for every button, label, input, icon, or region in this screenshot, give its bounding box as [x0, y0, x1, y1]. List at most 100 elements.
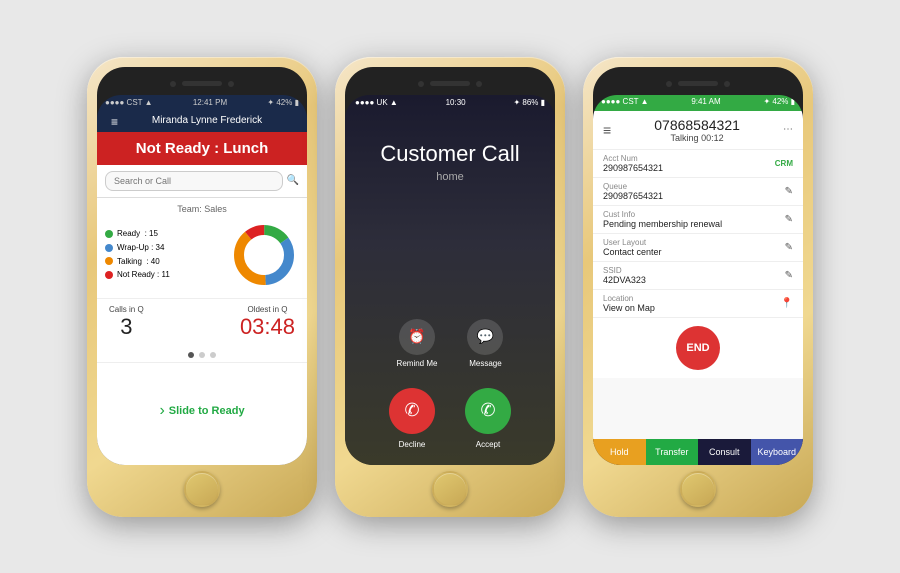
field-ssid: SSID 42DVA323 ✎: [593, 262, 803, 290]
legend-talking-label: Talking : 40: [117, 255, 160, 269]
p2-time: 10:30: [446, 98, 466, 108]
phone-2-top-bar: [418, 81, 482, 87]
p1-status-bar: ●●●● CST ▲ 12:41 PM ✦ 42% ▮: [97, 95, 307, 111]
p2-signal: ●●●● UK ▲: [355, 98, 398, 108]
p2-call-info: Customer Call home: [345, 111, 555, 307]
p1-time: 12:41 PM: [193, 98, 227, 107]
p1-header: ≡ Miranda Lynne Frederick: [97, 111, 307, 132]
p3-hamburger-icon[interactable]: ≡: [603, 122, 611, 138]
dot-1: [188, 352, 194, 358]
chevron-icon: ›: [159, 402, 164, 420]
consult-button[interactable]: Consult: [698, 439, 751, 465]
p1-legend: Ready : 15 Wrap-Up : 34 Talking : 40: [105, 227, 170, 281]
hamburger-icon[interactable]: ≡: [111, 115, 118, 129]
home-button-1[interactable]: [184, 471, 220, 507]
p2-call-type: home: [436, 171, 464, 183]
slide-to-ready[interactable]: › Slide to Ready: [97, 362, 307, 465]
camera-dot-1: [170, 81, 176, 87]
p1-battery: ✦ 42% ▮: [267, 98, 299, 107]
oldest-in-q-value: 03:48: [240, 314, 295, 340]
user-layout-edit-icon[interactable]: ✎: [785, 242, 793, 253]
phone-2-screen: ●●●● UK ▲ 10:30 ✦ 86% ▮ Customer Call ho…: [345, 67, 555, 465]
speaker-bar-3: [678, 81, 718, 86]
phones-container: ●●●● CST ▲ 12:41 PM ✦ 42% ▮ ≡ Miranda Ly…: [0, 0, 900, 573]
p1-search-bar[interactable]: 🔍: [97, 165, 307, 198]
p1-team-label: Team: Sales: [97, 198, 307, 216]
user-layout-label: User Layout: [603, 238, 662, 247]
cust-info-value: Pending membership renewal: [603, 219, 722, 229]
phone-3-content: ●●●● CST ▲ 9:41 AM ✦ 42% ▮ ≡ 07868584321…: [593, 95, 803, 465]
p1-not-ready-banner: Not Ready : Lunch: [97, 132, 307, 165]
p3-call-header: 07868584321 Talking 00:12: [654, 117, 740, 143]
legend-notready-label: Not Ready : 11: [117, 268, 170, 282]
hold-button[interactable]: Hold: [593, 439, 646, 465]
p3-bottom-bar: Hold Transfer Consult Keyboard: [593, 439, 803, 465]
p3-time: 9:41 AM: [691, 97, 720, 109]
donut-chart: [229, 220, 299, 290]
decline-button[interactable]: ✆ Decline: [389, 388, 435, 449]
cust-info-edit-icon[interactable]: ✎: [785, 214, 793, 225]
phone-1-screen: ●●●● CST ▲ 12:41 PM ✦ 42% ▮ ≡ Miranda Ly…: [97, 67, 307, 465]
p2-call-name: Customer Call: [380, 141, 519, 167]
p1-stats-section: Ready : 15 Wrap-Up : 34 Talking : 40: [97, 216, 307, 298]
end-button[interactable]: END: [676, 326, 720, 370]
field-user-layout: User Layout Contact center ✎: [593, 234, 803, 262]
keyboard-button[interactable]: Keyboard: [751, 439, 804, 465]
speaker-bar-1: [182, 81, 222, 86]
cust-info-label: Cust Info: [603, 210, 722, 219]
p3-end-section: END: [593, 318, 803, 378]
ssid-edit-icon[interactable]: ✎: [785, 270, 793, 281]
p2-actions: ⏰ Remind Me 💬 Message: [345, 307, 555, 380]
ssid-value: 42DVA323: [603, 275, 646, 285]
remind-icon: ⏰: [399, 319, 435, 355]
acct-num-label: Acct Num: [603, 154, 663, 163]
p3-options-icon[interactable]: ⋯: [783, 124, 793, 135]
p1-calls-section: Calls in Q 3 Oldest in Q 03:48: [97, 298, 307, 348]
phone-3-screen: ●●●● CST ▲ 9:41 AM ✦ 42% ▮ ≡ 07868584321…: [593, 67, 803, 465]
phone-1-content: ●●●● CST ▲ 12:41 PM ✦ 42% ▮ ≡ Miranda Ly…: [97, 95, 307, 465]
acct-num-value: 290987654321: [603, 163, 663, 173]
camera-dot-2: [228, 81, 234, 87]
p3-battery: ✦ 42% ▮: [763, 97, 795, 109]
phone-3: ●●●● CST ▲ 9:41 AM ✦ 42% ▮ ≡ 07868584321…: [583, 57, 813, 517]
talking-dot: [105, 257, 113, 265]
p3-header: ≡ 07868584321 Talking 00:12 ⋯: [593, 111, 803, 150]
ssid-label: SSID: [603, 266, 646, 275]
p3-fields: Acct Num 290987654321 CRM Queue 29098765…: [593, 150, 803, 439]
slide-text: Slide to Ready: [169, 405, 245, 417]
search-input[interactable]: [105, 171, 283, 191]
camera-dot-5: [666, 81, 672, 87]
p3-status-bar: ●●●● CST ▲ 9:41 AM ✦ 42% ▮: [593, 95, 803, 111]
phone-1-top-bar: [170, 81, 234, 87]
calls-in-q: Calls in Q 3: [109, 305, 144, 340]
user-layout-value: Contact center: [603, 247, 662, 257]
crm-button[interactable]: CRM: [775, 159, 793, 168]
legend-row-notready: Not Ready : 11: [105, 268, 170, 282]
p2-battery: ✦ 86% ▮: [513, 98, 545, 108]
location-label: Location: [603, 294, 655, 303]
remind-me-button[interactable]: ⏰ Remind Me: [397, 319, 438, 368]
p1-not-ready-text: Not Ready : Lunch: [136, 140, 269, 157]
calls-in-q-value: 3: [109, 314, 144, 340]
message-button[interactable]: 💬 Message: [467, 319, 503, 368]
map-icon[interactable]: 📍: [781, 298, 793, 309]
p3-phone-number: 07868584321: [654, 117, 740, 133]
queue-edit-icon[interactable]: ✎: [785, 186, 793, 197]
oldest-in-q-label: Oldest in Q: [240, 305, 295, 314]
p1-signal: ●●●● CST ▲: [105, 98, 153, 107]
p3-signal: ●●●● CST ▲: [601, 97, 649, 109]
field-acct-num: Acct Num 290987654321 CRM: [593, 150, 803, 178]
legend-row-talking: Talking : 40: [105, 255, 170, 269]
accept-button[interactable]: ✆ Accept: [465, 388, 511, 449]
wrapup-dot: [105, 244, 113, 252]
home-button-3[interactable]: [680, 471, 716, 507]
queue-value: 290987654321: [603, 191, 663, 201]
phone-2-content: ●●●● UK ▲ 10:30 ✦ 86% ▮ Customer Call ho…: [345, 95, 555, 465]
transfer-button[interactable]: Transfer: [646, 439, 699, 465]
legend-row-ready: Ready : 15: [105, 227, 170, 241]
accept-icon: ✆: [465, 388, 511, 434]
search-icon[interactable]: 🔍: [287, 175, 299, 186]
message-icon: 💬: [467, 319, 503, 355]
home-button-2[interactable]: [432, 471, 468, 507]
queue-label: Queue: [603, 182, 663, 191]
